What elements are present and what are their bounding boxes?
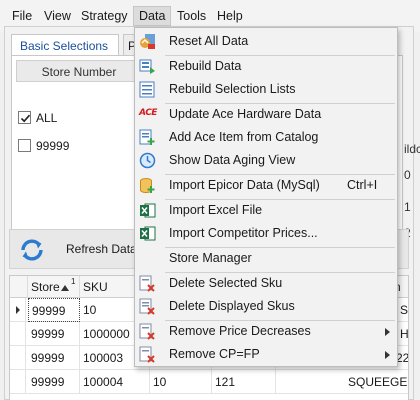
menu-view[interactable]: View	[39, 6, 76, 26]
row-indicator	[10, 322, 26, 346]
row-indicator	[10, 370, 26, 394]
menu-label: Delete Selected Sku	[169, 276, 283, 290]
menu-label: Rebuild Data	[169, 59, 242, 73]
menu-item-update-ace-hardware-data[interactable]: ACE Update Ace Hardware Data	[135, 103, 397, 126]
checkbox-99999[interactable]	[18, 139, 31, 152]
menu-label: Reset All Data	[169, 34, 249, 48]
cell-sku[interactable]: 100004	[80, 370, 150, 394]
excel-icon	[140, 203, 156, 218]
submenu-arrow-icon	[385, 328, 390, 336]
menu-item-remove-cp-fp[interactable]: Remove CP=FP	[135, 343, 397, 366]
grid-header-store[interactable]: Store 1	[28, 276, 80, 298]
sort-order-marker: 1	[71, 277, 76, 286]
check-icon	[20, 114, 31, 123]
cell-store[interactable]: 99999	[28, 346, 80, 370]
excel-icon	[140, 226, 156, 241]
menu-item-import-excel-file[interactable]: Import Excel File	[135, 199, 397, 222]
menu-label: Import Epicor Data (MySql)	[169, 178, 320, 192]
submenu-arrow-icon	[385, 351, 390, 359]
rebuild-lists-icon	[139, 81, 155, 98]
menu-item-store-manager[interactable]: Store Manager	[135, 247, 397, 270]
ace-logo-icon: ACE	[139, 108, 157, 118]
menu-label: Show Data Aging View	[169, 153, 296, 167]
menu-tools[interactable]: Tools	[172, 6, 211, 26]
menu-help[interactable]: Help	[212, 6, 248, 26]
cell-desc[interactable]: SQUEEGE 30" E	[276, 370, 408, 394]
menu-item-add-ace-item[interactable]: Add Ace Item from Catalog	[135, 126, 397, 149]
refresh-icon	[21, 239, 43, 261]
cell-store[interactable]: 99999	[28, 298, 80, 322]
checkbox-all[interactable]	[18, 111, 31, 124]
menu-label: Remove CP=FP	[169, 347, 260, 361]
refresh-data-button[interactable]: Refresh Data	[14, 234, 140, 266]
grid-header-store-label: Store	[31, 280, 60, 294]
table-row[interactable]: 99999 100004 10 121 SQUEEGE 30" E	[10, 370, 408, 394]
cell-col4[interactable]: 121	[212, 370, 276, 394]
store-label-99999: 99999	[36, 139, 70, 153]
data-menu-dropdown: Reset All Data Rebuild Data Rebuild Sele…	[134, 27, 398, 367]
row-indicator	[10, 298, 26, 322]
add-item-icon	[139, 129, 155, 145]
sort-ascending-icon	[61, 285, 69, 291]
grid-corner	[10, 276, 28, 298]
cell-col3[interactable]: 10	[150, 370, 212, 394]
menu-item-import-epicor-data[interactable]: Import Epicor Data (MySql) Ctrl+I	[135, 174, 397, 197]
tab-basic-selections[interactable]: Basic Selections	[11, 34, 119, 57]
cell-store[interactable]: 99999	[28, 322, 80, 346]
rebuild-data-icon	[139, 59, 155, 74]
delete-skus-icon	[139, 298, 155, 315]
menu-strategy[interactable]: Strategy	[76, 6, 133, 26]
reset-data-icon	[140, 34, 155, 49]
menu-item-delete-selected-sku[interactable]: Delete Selected Sku	[135, 272, 397, 295]
menu-label: Delete Displayed Skus	[169, 299, 295, 313]
menu-item-import-competitor-prices[interactable]: Import Competitor Prices...	[135, 222, 397, 245]
current-row-arrow-icon	[16, 306, 20, 314]
cell-store[interactable]: 99999	[28, 370, 80, 394]
menu-label: Rebuild Selection Lists	[169, 82, 296, 96]
menu-file[interactable]: File	[7, 6, 37, 26]
menu-label: Import Excel File	[169, 203, 263, 217]
menu-item-remove-price-decreases[interactable]: Remove Price Decreases	[135, 320, 397, 343]
database-import-icon	[140, 178, 155, 193]
delete-sku-icon	[139, 275, 155, 292]
menu-item-reset-all-data[interactable]: Reset All Data	[135, 30, 397, 53]
menu-item-rebuild-selection-lists[interactable]: Rebuild Selection Lists	[135, 78, 397, 101]
remove-cp-icon	[139, 346, 155, 363]
data-aging-icon	[139, 152, 156, 169]
store-number-header[interactable]: Store Number	[16, 60, 142, 82]
remove-price-icon	[139, 323, 155, 340]
menu-item-show-data-aging-view[interactable]: Show Data Aging View	[135, 149, 397, 172]
menu-label: Store Manager	[169, 251, 252, 265]
peek-text-2: 0	[404, 168, 411, 182]
menu-item-rebuild-data[interactable]: Rebuild Data	[135, 55, 397, 78]
menu-label: Import Competitor Prices...	[169, 226, 318, 240]
menu-label: Update Ace Hardware Data	[169, 107, 322, 121]
menu-data[interactable]: Data	[133, 6, 172, 26]
menu-shortcut: Ctrl+I	[347, 178, 378, 192]
refresh-data-label: Refresh Data	[66, 242, 137, 256]
peek-text-3: 1	[404, 200, 411, 214]
menu-label: Add Ace Item from Catalog	[169, 130, 319, 144]
menu-item-delete-displayed-skus[interactable]: Delete Displayed Skus	[135, 295, 397, 318]
menu-label: Remove Price Decreases	[169, 324, 311, 338]
store-label-all: ALL	[36, 111, 58, 125]
row-indicator	[10, 346, 26, 370]
peek-text-1: ildco	[404, 142, 420, 156]
